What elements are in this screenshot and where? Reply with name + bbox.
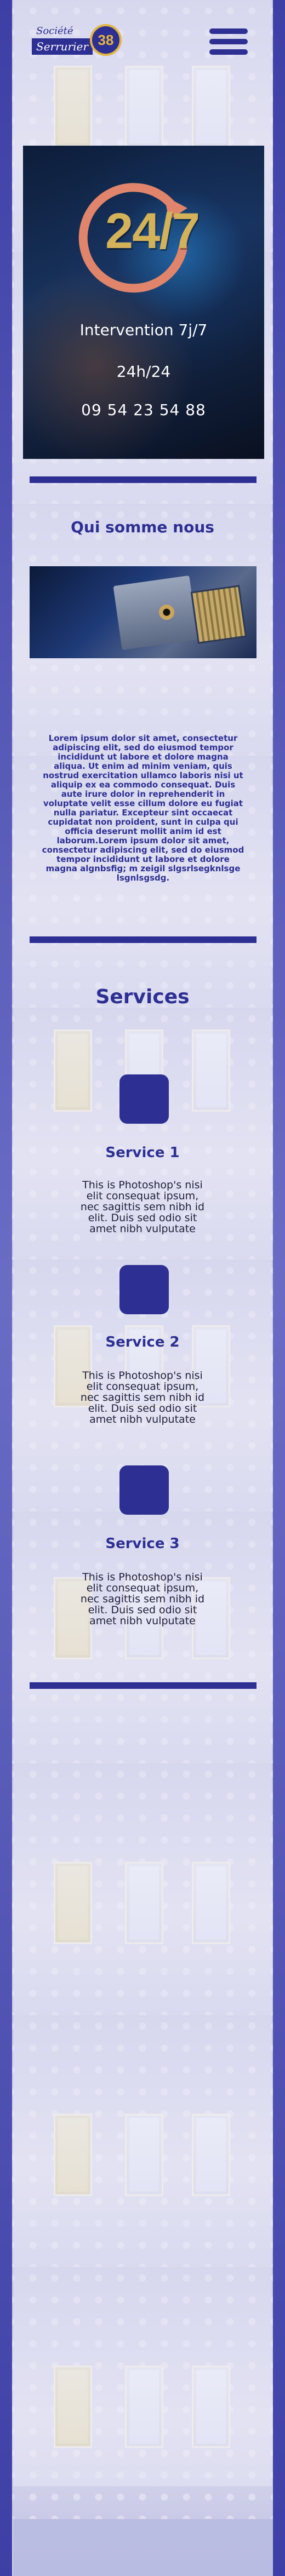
logo-badge: 38 bbox=[90, 24, 122, 56]
site-logo[interactable]: Société Serrurier 38 bbox=[30, 22, 123, 68]
service-desc: This is Photoshop's nisi elit consequat … bbox=[80, 1370, 205, 1425]
hero-banner: 24/7 Intervention 7j/7 24h/24 09 54 23 5… bbox=[23, 146, 264, 459]
site-header: Société Serrurier 38 bbox=[0, 0, 285, 71]
menu-icon[interactable] bbox=[209, 28, 248, 60]
service-icon bbox=[119, 1465, 169, 1515]
hero-phone[interactable]: 09 54 23 54 88 bbox=[23, 401, 264, 419]
divider bbox=[30, 476, 256, 483]
divider bbox=[30, 936, 256, 943]
service-icon bbox=[119, 1074, 169, 1124]
service-desc: This is Photoshop's nisi elit consequat … bbox=[80, 1179, 205, 1235]
logo-line1: Société bbox=[36, 25, 73, 37]
divider bbox=[30, 1682, 256, 1689]
service-icon bbox=[119, 1265, 169, 1314]
service-desc: This is Photoshop's nisi elit consequat … bbox=[80, 1571, 205, 1627]
about-text: Lorem ipsum dolor sit amet, consectetur … bbox=[42, 733, 244, 883]
service-title: Service 3 bbox=[105, 1536, 180, 1552]
about-title: Qui somme nous bbox=[71, 518, 214, 536]
services-title: Services bbox=[95, 986, 190, 1008]
hero-badge: 24/7 bbox=[105, 203, 200, 259]
hero-subtitle: 24h/24 bbox=[116, 363, 171, 381]
logo-line2: Serrurier bbox=[32, 38, 93, 55]
service-title: Service 2 bbox=[105, 1334, 180, 1350]
about-image bbox=[30, 566, 256, 658]
hero-title: Intervention 7j/7 bbox=[79, 321, 208, 339]
service-title: Service 1 bbox=[105, 1145, 180, 1161]
